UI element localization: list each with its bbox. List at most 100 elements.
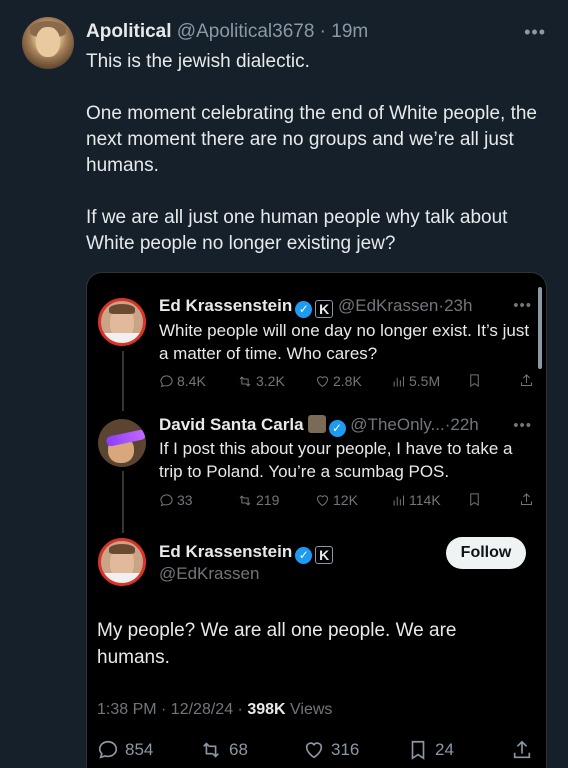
views-label: Views xyxy=(285,701,333,718)
reply-count: 854 xyxy=(125,740,154,759)
share-button[interactable] xyxy=(511,739,533,761)
timestamp[interactable]: 1:38 PM · 12/28/24 · xyxy=(97,701,247,718)
repost-count: 3.2K xyxy=(256,373,285,389)
bookmark-count: 24 xyxy=(435,740,454,759)
wolf-badge-icon xyxy=(307,415,326,433)
reply-count: 33 xyxy=(177,492,193,508)
affiliate-k-badge-icon: K xyxy=(315,546,334,564)
share-button[interactable] xyxy=(519,492,534,507)
tweet-header: Apolitical @Apolitical3678 · 19m xyxy=(86,21,368,43)
main-tweet-handle-row: @EdKrassen xyxy=(159,564,259,584)
avatar-shirt xyxy=(101,333,143,343)
heart-icon xyxy=(316,375,329,387)
reply-icon xyxy=(160,493,173,506)
main-tweet-text: My people? We are all one people. We are… xyxy=(97,620,457,668)
avatar-shirt xyxy=(101,573,143,583)
like-button[interactable]: 2.8K xyxy=(315,373,362,389)
tweet2-actions: 33 219 12K 114K xyxy=(159,492,537,512)
tweet-paragraph: If we are all just one human people why … xyxy=(86,207,508,254)
more-options-icon[interactable]: ••• xyxy=(513,417,532,434)
views-count: 114K xyxy=(409,492,441,508)
views-button[interactable]: 5.5M xyxy=(391,373,440,389)
main-tweet-actions: 854 68 316 24 xyxy=(97,739,537,765)
share-icon xyxy=(513,740,531,759)
tweet-time[interactable]: 22h xyxy=(450,415,478,434)
tweet2-header: David Santa Carla ✓ @TheOnly...·22h xyxy=(159,415,479,437)
share-icon xyxy=(521,493,532,505)
quoted-image-card[interactable]: Ed Krassenstein ✓ K @EdKrassen·23h ••• Whi… xyxy=(86,272,547,768)
views-count: 5.5M xyxy=(409,373,441,389)
views-total: 398K xyxy=(247,701,286,718)
author-name[interactable]: Ed Krassenstein xyxy=(159,296,292,315)
thread-line xyxy=(122,471,124,533)
author-name[interactable]: Ed Krassenstein xyxy=(159,542,292,561)
thread-line xyxy=(122,351,124,411)
bookmark-button[interactable] xyxy=(467,373,482,388)
author-handle[interactable]: @Apolitical3678 xyxy=(177,21,315,42)
like-count: 2.8K xyxy=(333,373,362,389)
repost-button[interactable]: 68 xyxy=(199,739,248,761)
tweet-time[interactable]: 19m xyxy=(331,21,368,42)
like-button[interactable]: 12K xyxy=(315,492,358,508)
repost-icon xyxy=(203,742,219,758)
verified-badge-icon: ✓ xyxy=(295,547,313,564)
repost-icon xyxy=(239,375,251,387)
share-icon xyxy=(521,374,532,386)
scrollbar[interactable] xyxy=(538,287,542,369)
author-avatar[interactable] xyxy=(22,17,74,69)
ed-avatar[interactable] xyxy=(98,538,146,586)
heart-icon xyxy=(305,742,323,759)
views-icon xyxy=(393,376,404,386)
heart-icon xyxy=(316,494,329,506)
tweet1-text: White people will one day no longer exis… xyxy=(159,321,530,363)
tweet-paragraph: One moment celebrating the end of White … xyxy=(86,103,537,176)
tweet1-actions: 8.4K 3.2K 2.8K 5.5M xyxy=(159,373,537,393)
repost-button[interactable]: 3.2K xyxy=(237,373,285,389)
tweet1-header: Ed Krassenstein ✓ K @EdKrassen·23h xyxy=(159,296,472,318)
tweet-time[interactable]: 23h xyxy=(444,296,472,315)
like-count: 316 xyxy=(331,740,360,759)
reply-count: 8.4K xyxy=(177,373,206,389)
separator-dot: · xyxy=(319,21,326,42)
reply-icon xyxy=(98,740,118,759)
avatar-face xyxy=(36,27,60,57)
author-name[interactable]: Apolitical xyxy=(86,21,172,42)
avatar-hair xyxy=(109,544,135,554)
reply-button[interactable]: 8.4K xyxy=(159,373,206,389)
tweet-metadata: 1:38 PM · 12/28/24 · 398K Views xyxy=(97,701,332,719)
affiliate-k-badge-icon: K xyxy=(315,300,334,318)
verified-badge-icon: ✓ xyxy=(295,301,313,318)
share-button[interactable] xyxy=(519,373,534,388)
david-avatar[interactable] xyxy=(98,419,146,467)
verified-badge-icon: ✓ xyxy=(328,420,346,437)
bookmark-icon xyxy=(470,374,479,388)
author-handle[interactable]: @EdKrassen xyxy=(338,296,438,315)
author-name[interactable]: David Santa Carla xyxy=(159,415,304,434)
author-handle[interactable]: @EdKrassen xyxy=(159,564,259,583)
repost-button[interactable]: 219 xyxy=(237,492,279,508)
repost-count: 68 xyxy=(229,740,248,759)
bookmark-button[interactable]: 24 xyxy=(407,739,454,761)
ed-avatar[interactable] xyxy=(98,298,146,346)
bookmark-icon xyxy=(411,740,425,760)
tweet-paragraph: This is the jewish dialectic. xyxy=(86,51,310,72)
follow-button[interactable]: Follow xyxy=(446,537,526,569)
reply-button[interactable]: 33 xyxy=(159,492,193,508)
views-icon xyxy=(393,495,404,505)
main-tweet-header: Ed Krassenstein ✓ K xyxy=(159,542,334,564)
repost-count: 219 xyxy=(256,492,280,508)
bookmark-icon xyxy=(470,493,479,507)
reply-button[interactable]: 854 xyxy=(97,739,153,761)
like-button[interactable]: 316 xyxy=(303,739,359,761)
like-count: 12K xyxy=(333,492,358,508)
avatar-hair xyxy=(109,304,135,314)
tweet-text: This is the jewish dialectic. One moment… xyxy=(86,49,546,283)
repost-icon xyxy=(239,494,251,506)
more-options-icon[interactable]: ••• xyxy=(513,297,532,314)
author-handle[interactable]: @TheOnly... xyxy=(350,415,444,434)
views-button[interactable]: 114K xyxy=(391,492,441,508)
reply-icon xyxy=(160,374,173,387)
tweet2-text: If I post this about your people, I have… xyxy=(159,439,513,481)
more-options-icon[interactable]: ••• xyxy=(524,22,546,43)
bookmark-button[interactable] xyxy=(467,492,482,507)
